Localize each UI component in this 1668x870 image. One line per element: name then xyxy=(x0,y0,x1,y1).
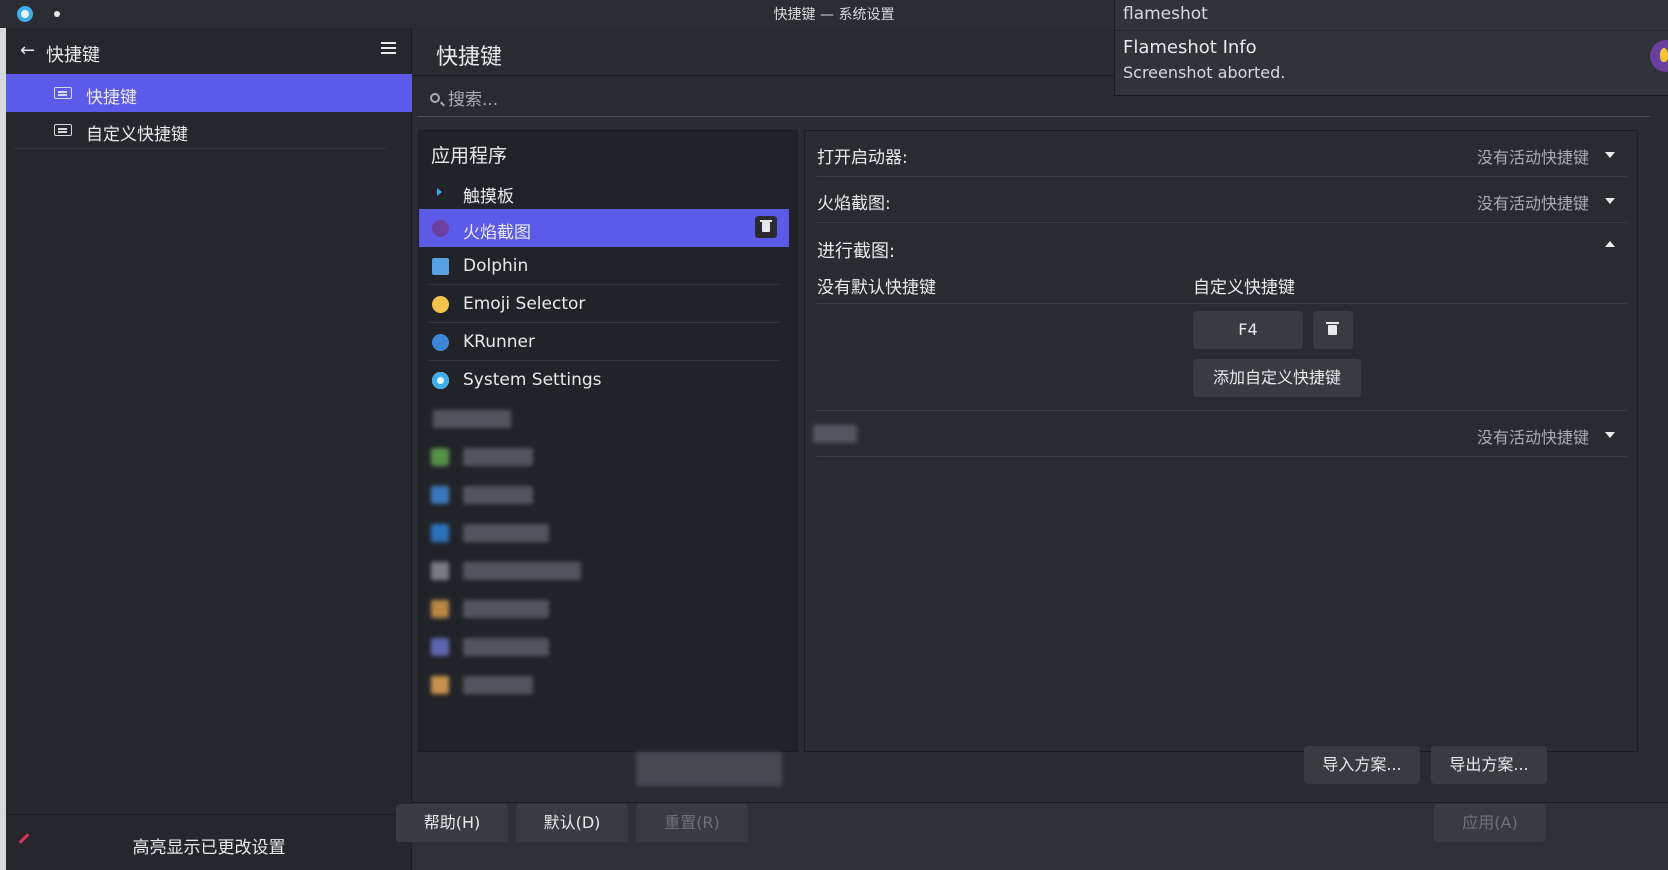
export-scheme-button[interactable]: 导出方案... xyxy=(1431,746,1547,784)
redacted-text xyxy=(463,600,549,618)
defaults-button[interactable]: 默认(D) xyxy=(516,804,628,842)
redacted-icon xyxy=(431,638,449,656)
keyboard-icon xyxy=(54,124,72,136)
collapse-arrow-icon[interactable] xyxy=(1605,241,1615,247)
shortcut-value: 没有活动快捷键 xyxy=(1476,194,1589,213)
sidebar-item-label: 快捷键 xyxy=(86,88,137,108)
sidebar-footer[interactable]: 高亮显示已更改设置 xyxy=(6,814,412,870)
sidebar: ← 快捷键 快捷键 自定义快捷键 高亮显示已更改设置 xyxy=(6,28,412,870)
shortcut-label: 火焰截图: xyxy=(817,194,891,214)
flameshot-icon xyxy=(432,220,449,237)
notification-popup[interactable]: flameshot Flameshot Info Screenshot abor… xyxy=(1114,0,1668,96)
krunner-icon xyxy=(432,334,449,351)
redacted-text xyxy=(463,562,581,580)
redacted-text xyxy=(463,638,549,656)
highlight-changed-settings-label: 高亮显示已更改设置 xyxy=(132,838,286,858)
redacted-button[interactable] xyxy=(636,752,782,786)
list-item-flameshot[interactable]: 火焰截图 xyxy=(419,209,789,247)
notification-title: Flameshot Info xyxy=(1123,37,1257,58)
list-item-touchpad[interactable]: 触摸板 xyxy=(419,173,789,211)
add-custom-shortcut-button[interactable]: 添加自定义快捷键 xyxy=(1193,359,1361,397)
sidebar-item-label: 自定义快捷键 xyxy=(86,125,188,145)
redacted-text xyxy=(813,425,857,443)
shortcut-row-take-screenshot: 进行截图: 没有默认快捷键 自定义快捷键 F4 添加自定义快捷键 xyxy=(817,225,1627,411)
notification-body: Screenshot aborted. xyxy=(1123,63,1286,82)
redacted-text xyxy=(463,524,549,542)
list-item-system-settings[interactable]: System Settings xyxy=(429,361,779,399)
redacted-text xyxy=(463,486,533,504)
list-item-redacted[interactable] xyxy=(419,551,789,589)
main-area: 快捷键 应用程序 触摸板 火焰截图 Dolphin Emoji Selector… xyxy=(396,28,1668,870)
help-button[interactable]: 帮助(H) xyxy=(396,804,508,842)
custom-shortcut-header: 自定义快捷键 xyxy=(1193,278,1295,298)
redacted-icon xyxy=(431,562,449,580)
emoji-icon xyxy=(432,296,449,313)
bottom-bar: 导入方案... 导出方案... 帮助(H) 默认(D) 重置(R) 应用(A) xyxy=(396,746,1668,870)
sidebar-item-shortcuts[interactable]: 快捷键 xyxy=(6,74,412,112)
app-name: 火焰截图 xyxy=(463,223,531,243)
redacted-icon xyxy=(431,486,449,504)
list-item-krunner[interactable]: KRunner xyxy=(429,323,779,361)
shortcut-row-flameshot[interactable]: 火焰截图: 没有活动快捷键 xyxy=(817,177,1627,223)
flameshot-icon xyxy=(1650,40,1668,72)
list-item-redacted[interactable] xyxy=(419,513,789,551)
sidebar-header: ← 快捷键 xyxy=(6,28,412,76)
expand-arrow-icon[interactable] xyxy=(1605,432,1615,438)
app-name: 触摸板 xyxy=(463,187,514,207)
app-name: KRunner xyxy=(463,332,535,352)
redacted-icon xyxy=(431,448,449,466)
list-item-emoji-selector[interactable]: Emoji Selector xyxy=(429,285,779,323)
search-icon xyxy=(430,93,440,103)
app-name: Emoji Selector xyxy=(463,294,586,314)
shortcut-details: 打开启动器: 没有活动快捷键 火焰截图: 没有活动快捷键 进行截图: 没有默认快… xyxy=(804,130,1638,752)
applications-list: 应用程序 触摸板 火焰截图 Dolphin Emoji Selector KRu… xyxy=(418,130,798,752)
default-shortcut-header: 没有默认快捷键 xyxy=(817,278,936,298)
list-item-redacted[interactable] xyxy=(419,665,789,703)
back-arrow-icon[interactable]: ← xyxy=(20,40,35,61)
shortcut-value: 没有活动快捷键 xyxy=(1476,428,1589,447)
delete-shortcut-icon[interactable] xyxy=(1313,311,1353,349)
keyboard-icon xyxy=(54,87,72,99)
sidebar-title: 快捷键 xyxy=(46,45,100,66)
shortcut-row-redacted[interactable]: 没有活动快捷键 xyxy=(813,411,1627,457)
custom-shortcut-key-button[interactable]: F4 xyxy=(1193,311,1303,349)
redacted-text xyxy=(463,448,533,466)
divider xyxy=(1115,30,1668,31)
delete-icon[interactable] xyxy=(755,216,777,238)
redacted-icon xyxy=(431,600,449,618)
redacted-text xyxy=(433,410,511,428)
list-item-redacted[interactable] xyxy=(419,475,789,513)
hamburger-menu-icon[interactable] xyxy=(381,42,396,57)
notification-app-name: flameshot xyxy=(1123,4,1208,24)
list-item-redacted[interactable] xyxy=(419,437,789,475)
redacted-text xyxy=(463,676,533,694)
reset-button[interactable]: 重置(R) xyxy=(636,804,748,842)
redacted-icon xyxy=(431,524,449,542)
expand-arrow-icon[interactable] xyxy=(1605,152,1615,158)
app-name: Dolphin xyxy=(463,256,529,276)
page-title: 快捷键 xyxy=(436,45,503,70)
import-scheme-button[interactable]: 导入方案... xyxy=(1304,746,1420,784)
shortcut-row-open-launcher[interactable]: 打开启动器: 没有活动快捷键 xyxy=(817,131,1627,177)
folder-icon xyxy=(432,258,449,275)
shortcut-label: 进行截图: xyxy=(817,241,896,262)
chevron-right-icon xyxy=(437,188,442,196)
app-name: System Settings xyxy=(463,370,602,390)
applications-heading: 应用程序 xyxy=(431,145,508,167)
list-item-redacted[interactable] xyxy=(419,399,789,437)
divider xyxy=(817,303,1627,304)
list-item-redacted[interactable] xyxy=(419,627,789,665)
list-item-redacted[interactable] xyxy=(419,589,789,627)
apply-button[interactable]: 应用(A) xyxy=(1434,804,1546,842)
expand-arrow-icon[interactable] xyxy=(1605,198,1615,204)
settings-icon xyxy=(432,372,449,389)
list-item-dolphin[interactable]: Dolphin xyxy=(429,247,779,285)
sidebar-item-custom-shortcuts[interactable]: 自定义快捷键 xyxy=(14,111,386,149)
dialog-button-bar: 帮助(H) 默认(D) 重置(R) 应用(A) xyxy=(396,803,1668,870)
shortcut-label: 打开启动器: xyxy=(817,148,908,168)
shortcut-value: 没有活动快捷键 xyxy=(1476,148,1589,167)
redacted-icon xyxy=(431,676,449,694)
